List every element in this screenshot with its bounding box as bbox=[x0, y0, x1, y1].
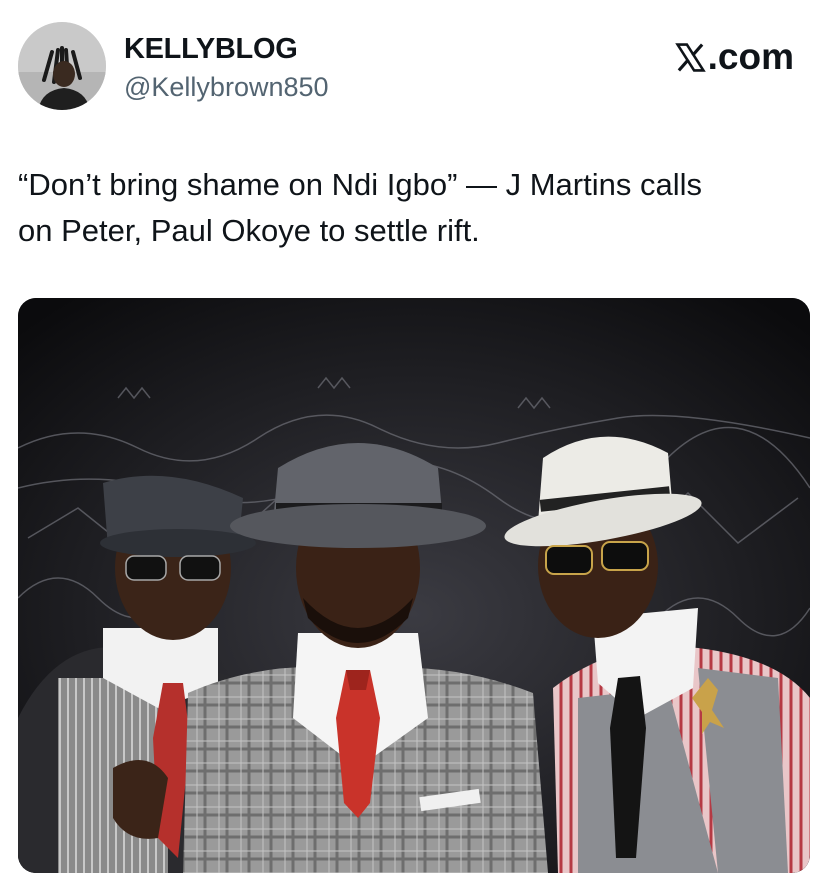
post-card: KELLYBLOG @Kellybrown850 .com “Don’t bri… bbox=[0, 0, 828, 886]
x-logo-icon bbox=[674, 42, 706, 72]
source-suffix: .com bbox=[707, 36, 794, 77]
post-text-line-2: on Peter, Paul Okoye to settle rift. bbox=[18, 213, 480, 248]
author-handle[interactable]: @Kellybrown850 bbox=[124, 72, 329, 103]
author-display-name[interactable]: KELLYBLOG bbox=[124, 33, 298, 66]
post-image[interactable] bbox=[18, 298, 810, 873]
source-badge: .com bbox=[674, 36, 794, 78]
profile-photo-icon bbox=[18, 22, 106, 110]
author-avatar[interactable] bbox=[18, 22, 106, 110]
group-photo-icon bbox=[18, 298, 810, 873]
post-text-line-1: “Don’t bring shame on Ndi Igbo” — J Mart… bbox=[18, 167, 702, 202]
post-text: “Don’t bring shame on Ndi Igbo” — J Mart… bbox=[18, 162, 798, 254]
